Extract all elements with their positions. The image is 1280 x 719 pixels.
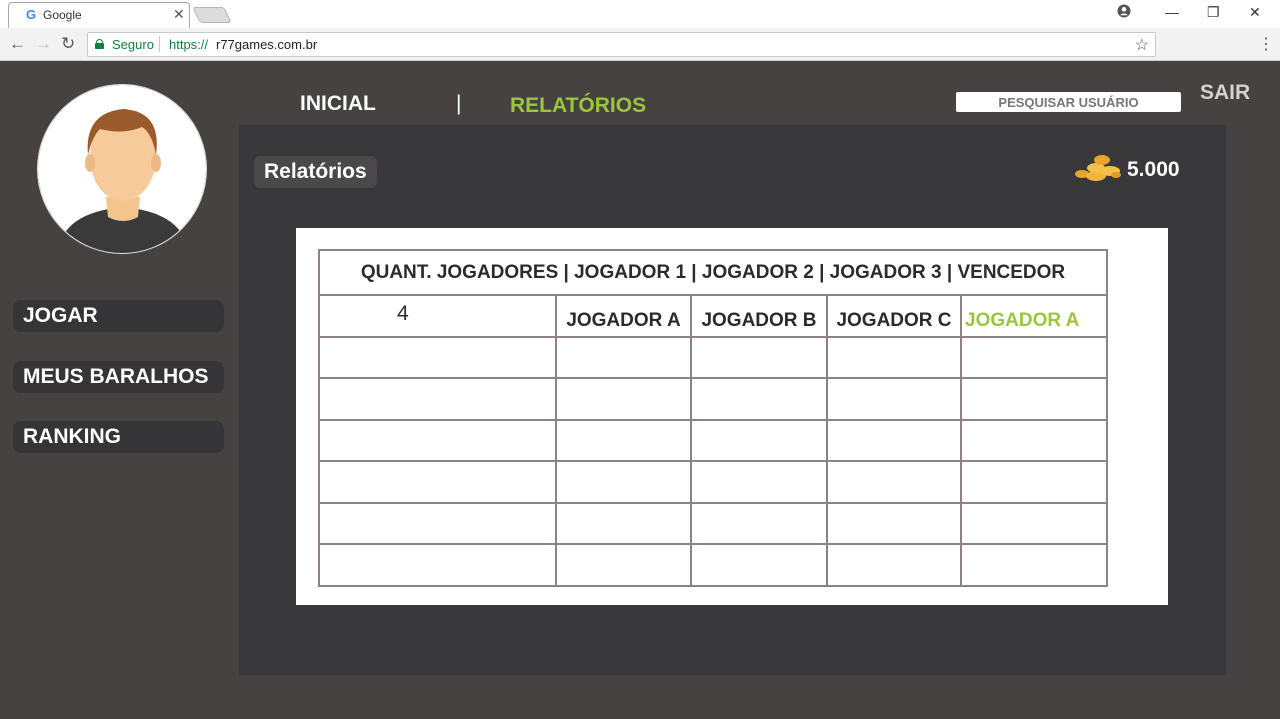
minimize-icon[interactable]: —: [1165, 4, 1179, 20]
cell-player2: JOGADOR B: [690, 294, 828, 338]
cell-player1: [555, 335, 692, 379]
user-avatar-icon[interactable]: [37, 84, 207, 254]
cell-player1: JOGADOR A: [555, 294, 692, 338]
cell-player1: [555, 501, 692, 545]
cell-player-count: [318, 377, 557, 421]
browser-toolbar: ← → ↻ Seguro https:// r77games.com.br ☆ …: [0, 28, 1280, 61]
table-header-row: QUANT. JOGADORES | JOGADOR 1 | JOGADOR 2…: [318, 249, 1108, 296]
cell-player1: [555, 460, 692, 504]
browser-titlebar: G Google ✕ — ❐ ✕: [0, 0, 1280, 28]
cell-player3: [826, 418, 962, 462]
report-card: QUANT. JOGADORES | JOGADOR 1 | JOGADOR 2…: [296, 228, 1168, 605]
cell-player3: [826, 460, 962, 504]
star-icon[interactable]: ☆: [1135, 35, 1149, 55]
restore-icon[interactable]: ❐: [1207, 4, 1220, 21]
page: JOGAR MEUS BARALHOS RANKING INICIAL | RE…: [0, 62, 1280, 719]
sidebar-item-ranking[interactable]: RANKING: [13, 421, 224, 453]
sidebar-item-meus-baralhos[interactable]: MEUS BARALHOS: [13, 361, 224, 393]
forward-arrow-icon[interactable]: →: [35, 34, 52, 54]
url-host: r77games.com.br: [216, 37, 318, 52]
table-row: [318, 418, 1108, 462]
cell-player2: [690, 501, 828, 545]
cell-winner: [960, 460, 1108, 504]
nav-link-inicial[interactable]: INICIAL: [300, 92, 376, 116]
back-arrow-icon[interactable]: ←: [9, 34, 26, 54]
address-bar[interactable]: Seguro https:// r77games.com.br ☆: [87, 32, 1156, 57]
browser-menu-icon[interactable]: ⋮: [1258, 34, 1274, 54]
cell-player3: [826, 501, 962, 545]
cell-player-count: [318, 543, 557, 587]
secure-label: Seguro: [112, 37, 154, 52]
cell-winner: [960, 418, 1108, 462]
coins-icon: [1075, 155, 1121, 181]
url-scheme: https://: [169, 37, 209, 52]
cell-player3: [826, 335, 962, 379]
cell-player-count: [318, 418, 557, 462]
cell-winner: [960, 501, 1108, 545]
logout-link[interactable]: SAIR: [1200, 81, 1250, 105]
cell-winner: [960, 543, 1108, 587]
nav-link-relatorios[interactable]: RELATÓRIOS: [510, 94, 646, 118]
cell-player-count: 4: [318, 294, 557, 338]
cell-player-count: [318, 501, 557, 545]
cell-player3: [826, 377, 962, 421]
table-header: QUANT. JOGADORES | JOGADOR 1 | JOGADOR 2…: [318, 249, 1108, 296]
tab-title: Google: [43, 8, 82, 22]
tab-close-icon[interactable]: ✕: [173, 6, 185, 23]
cell-player1: [555, 418, 692, 462]
cell-player2: [690, 335, 828, 379]
main-panel: Relatórios 5.000 QUANT. JOGADORES | JOGA…: [239, 125, 1226, 675]
cell-player2: [690, 460, 828, 504]
new-tab-button[interactable]: [192, 7, 232, 23]
browser-tab[interactable]: G Google ✕: [8, 2, 190, 28]
close-window-icon[interactable]: ✕: [1249, 4, 1261, 21]
user-search-input[interactable]: [956, 92, 1181, 112]
report-table: QUANT. JOGADORES | JOGADOR 1 | JOGADOR 2…: [318, 249, 1108, 587]
cell-player-count: [318, 335, 557, 379]
cell-player1: [555, 377, 692, 421]
table-row: [318, 460, 1108, 504]
lock-icon: [95, 39, 104, 49]
cell-player-count: [318, 460, 557, 504]
table-row: [318, 335, 1108, 379]
table-row: 4 JOGADOR A JOGADOR B JOGADOR C JOGADOR …: [318, 294, 1108, 338]
google-favicon-icon: G: [25, 7, 37, 22]
reload-icon[interactable]: ↻: [61, 34, 75, 54]
cell-player2: [690, 543, 828, 587]
cell-winner: JOGADOR A: [960, 294, 1108, 338]
cell-player1: [555, 543, 692, 587]
cell-winner: [960, 377, 1108, 421]
cell-player3: [826, 543, 962, 587]
nav-separator: |: [456, 92, 462, 115]
table-row: [318, 501, 1108, 545]
sidebar-item-jogar[interactable]: JOGAR: [13, 300, 224, 332]
account-icon[interactable]: [1117, 4, 1131, 21]
cell-player2: [690, 377, 828, 421]
cell-player3: JOGADOR C: [826, 294, 962, 338]
page-title: Relatórios: [254, 156, 377, 188]
cell-winner: [960, 335, 1108, 379]
table-row: [318, 543, 1108, 587]
url-divider: [159, 36, 160, 52]
table-row: [318, 377, 1108, 421]
cell-player2: [690, 418, 828, 462]
coins-balance: 5.000: [1127, 158, 1180, 181]
